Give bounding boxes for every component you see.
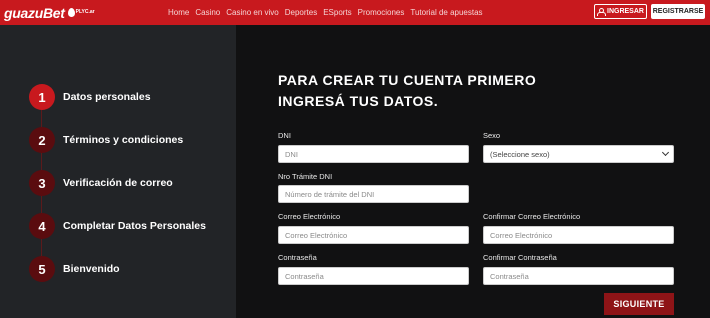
step-label: Bienvenido — [63, 263, 120, 275]
login-button[interactable]: INGRESAR — [594, 4, 647, 19]
form-title-line1: PARA CREAR TU CUENTA PRIMERO — [278, 72, 537, 88]
password-confirm-label: Confirmar Contraseña — [483, 253, 557, 262]
step-2: 2 Términos y condiciones — [29, 127, 183, 153]
logo[interactable]: guazuBet PLYC.ar — [4, 4, 95, 21]
password-label: Contraseña — [278, 253, 317, 262]
email-confirm-label: Confirmar Correo Electrónico — [483, 212, 581, 221]
chevron-down-icon — [661, 148, 670, 157]
step-5: 5 Bienvenido — [29, 256, 120, 282]
top-header: guazuBet PLYC.ar Home Casino Casino en v… — [0, 0, 710, 25]
nav-esports[interactable]: ESports — [323, 8, 351, 17]
sexo-selected-value: (Seleccione sexo) — [490, 149, 550, 159]
email-input[interactable]: Correo Electrónico — [278, 226, 469, 244]
register-button[interactable]: REGISTRARSE — [651, 4, 705, 19]
step-label: Completar Datos Personales — [63, 220, 206, 232]
dni-input[interactable]: DNI — [278, 145, 469, 163]
logo-badge: PLYC.ar — [67, 8, 95, 17]
step-number: 3 — [29, 170, 55, 196]
main-nav: Home Casino Casino en vivo Deportes ESpo… — [168, 0, 489, 25]
email-placeholder: Correo Electrónico — [285, 230, 348, 240]
step-4: 4 Completar Datos Personales — [29, 213, 206, 239]
nav-home[interactable]: Home — [168, 8, 189, 17]
logo-text: guazuBet — [4, 4, 65, 21]
step-number: 2 — [29, 127, 55, 153]
step-number: 4 — [29, 213, 55, 239]
logo-badge-text: PLYC.ar — [75, 9, 95, 15]
drop-icon — [67, 8, 75, 17]
nav-casino[interactable]: Casino — [195, 8, 220, 17]
tramite-placeholder: Número de trámite del DNI — [285, 189, 375, 199]
password-placeholder: Contraseña — [285, 271, 324, 281]
password-input[interactable]: Contraseña — [278, 267, 469, 285]
email-label: Correo Electrónico — [278, 212, 341, 221]
step-label: Términos y condiciones — [63, 134, 184, 146]
step-3: 3 Verificación de correo — [29, 170, 173, 196]
form-title: PARA CREAR TU CUENTA PRIMERO INGRESÁ TUS… — [278, 70, 536, 112]
email-confirm-placeholder: Correo Electrónico — [490, 230, 553, 240]
tramite-label: Nro Trámite DNI — [278, 172, 333, 181]
step-label: Datos personales — [63, 91, 151, 103]
dni-label: DNI — [278, 131, 291, 140]
dni-placeholder: DNI — [285, 149, 298, 159]
step-1: 1 Datos personales — [29, 84, 151, 110]
email-confirm-input[interactable]: Correo Electrónico — [483, 226, 674, 244]
tramite-input[interactable]: Número de trámite del DNI — [278, 185, 469, 203]
nav-promociones[interactable]: Promociones — [358, 8, 405, 17]
password-confirm-input[interactable]: Contraseña — [483, 267, 674, 285]
form-title-line2: INGRESÁ TUS DATOS. — [278, 93, 439, 109]
nav-deportes[interactable]: Deportes — [285, 8, 317, 17]
next-button[interactable]: SIGUIENTE — [604, 293, 674, 315]
sexo-label: Sexo — [483, 131, 501, 140]
user-icon — [597, 8, 607, 16]
nav-tutorial[interactable]: Tutorial de apuestas — [410, 8, 482, 17]
step-label: Verificación de correo — [63, 177, 173, 189]
login-label: INGRESAR — [607, 8, 644, 15]
nav-casino-en-vivo[interactable]: Casino en vivo — [226, 8, 278, 17]
sexo-select[interactable]: (Seleccione sexo) — [483, 145, 674, 163]
password-confirm-placeholder: Contraseña — [490, 271, 529, 281]
step-number: 5 — [29, 256, 55, 282]
step-number: 1 — [29, 84, 55, 110]
